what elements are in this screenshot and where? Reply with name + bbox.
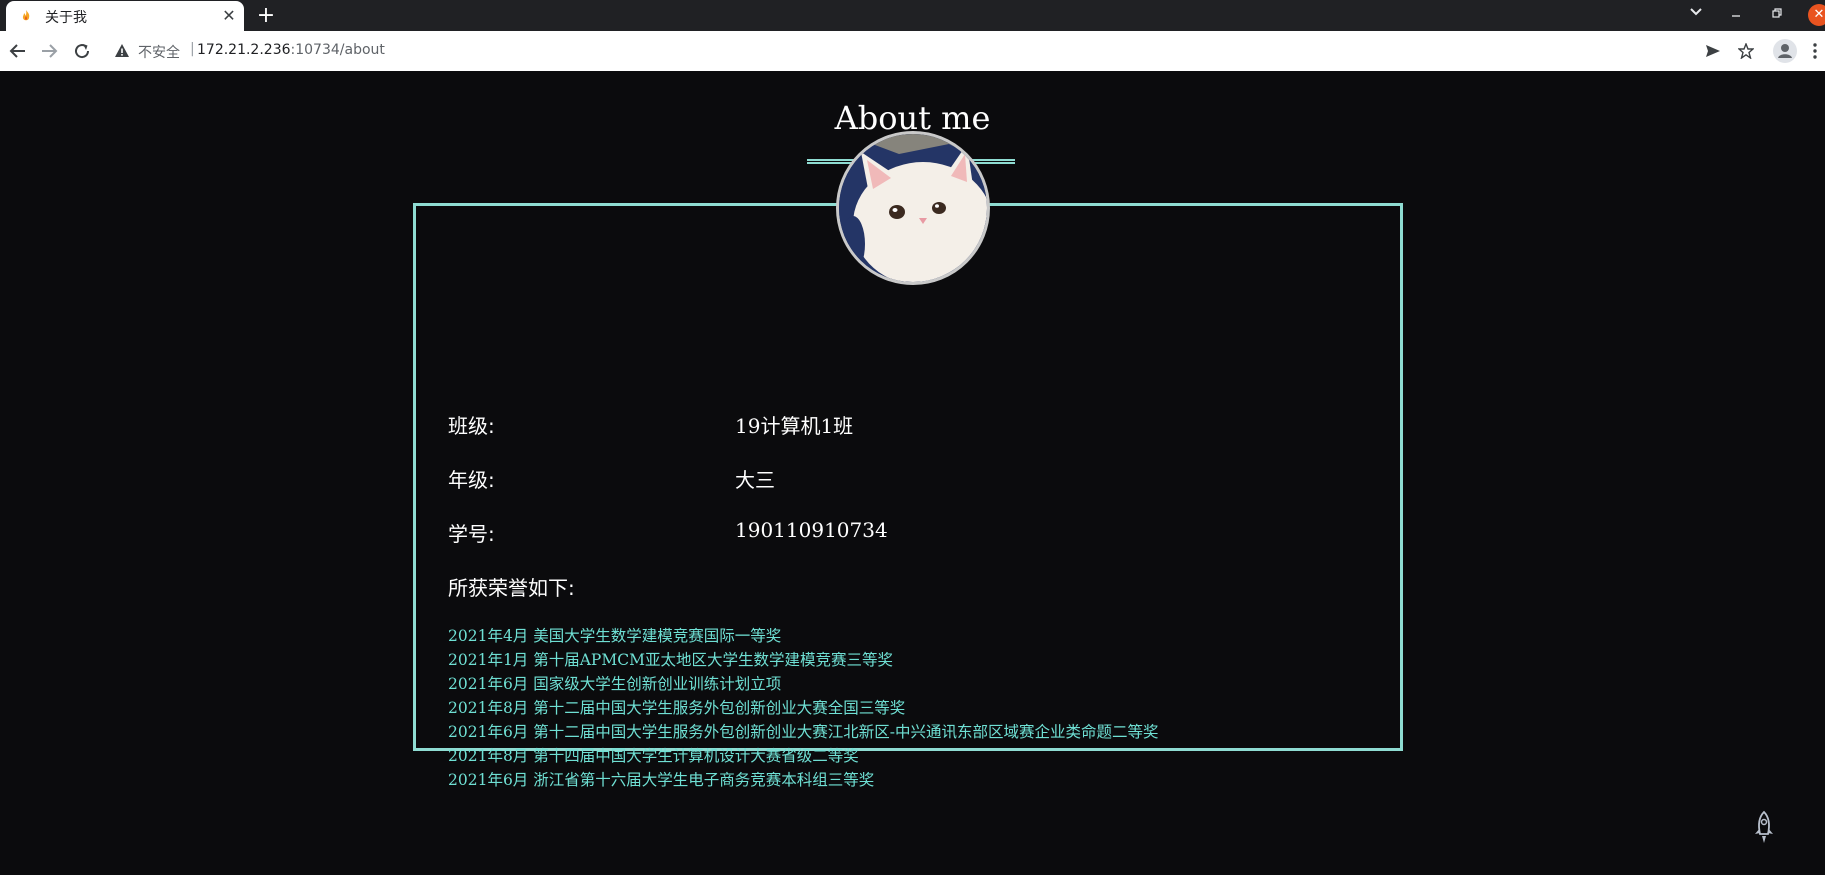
url-separator: | xyxy=(190,41,195,57)
new-tab-button[interactable]: + xyxy=(254,4,278,28)
honors-title: 所获荣誉如下: xyxy=(448,576,575,600)
star-icon[interactable] xyxy=(1734,39,1758,63)
insecure-label[interactable]: 不安全 xyxy=(138,42,180,62)
flame-favicon-icon xyxy=(22,10,30,21)
honors-list: 2021年4月 美国大学生数学建模竞赛国际一等奖 2021年1月 第十届APMC… xyxy=(448,624,1158,792)
url-text[interactable]: 172.21.2.236:10734/about xyxy=(197,42,385,58)
avatar xyxy=(836,131,990,285)
profile-icon[interactable] xyxy=(1773,39,1797,63)
honor-item: 2021年4月 美国大学生数学建模竞赛国际一等奖 xyxy=(448,627,782,645)
honor-item: 2021年6月 浙江省第十六届大学生电子商务竞赛本科组三等奖 xyxy=(448,771,875,789)
warning-icon xyxy=(115,44,129,57)
browser-toolbar: 不安全 | 172.21.2.236:10734/about xyxy=(0,31,1825,72)
menu-dots-icon[interactable] xyxy=(1808,39,1822,63)
url-path: :10734/about xyxy=(290,42,385,58)
close-window-icon[interactable]: ✕ xyxy=(1808,4,1825,26)
honor-item: 2021年8月 第十四届中国大学生计算机设计大赛省级二等奖 xyxy=(448,747,859,765)
honor-item: 2021年1月 第十届APMCM亚太地区大学生数学建模竞赛三等奖 xyxy=(448,651,893,669)
address-bar[interactable]: 不安全 | 172.21.2.236:10734/about xyxy=(104,35,1704,67)
browser-tab-about[interactable]: 关于我 ✕ xyxy=(6,1,244,31)
back-to-top-rocket-icon[interactable] xyxy=(1749,810,1779,846)
tab-close-icon[interactable]: ✕ xyxy=(220,7,238,25)
forward-arrow-icon[interactable] xyxy=(36,38,62,64)
cat-avatar-image xyxy=(839,134,987,282)
class-label: 班级: xyxy=(448,414,495,438)
send-icon[interactable] xyxy=(1701,39,1725,63)
class-value: 19计算机1班 xyxy=(735,414,854,438)
honor-item: 2021年8月 第十二届中国大学生服务外包创新创业大赛全国三等奖 xyxy=(448,699,906,717)
browser-tab-bar: 关于我 ✕ + ✕ xyxy=(0,0,1825,31)
url-host: 172.21.2.236 xyxy=(197,42,291,58)
tab-title: 关于我 xyxy=(45,10,87,26)
grade-label: 年级: xyxy=(448,468,495,492)
honor-item: 2021年6月 第十二届中国大学生服务外包创新创业大赛江北新区-中兴通讯东部区域… xyxy=(448,723,1159,741)
honor-item: 2021年6月 国家级大学生创新创业训练计划立项 xyxy=(448,675,782,693)
student-id-label: 学号: xyxy=(448,522,495,546)
grade-value: 大三 xyxy=(735,468,775,492)
tab-search-chevron-icon[interactable] xyxy=(1685,4,1707,26)
back-arrow-icon[interactable] xyxy=(5,38,31,64)
restore-window-icon[interactable] xyxy=(1766,4,1788,26)
student-id-value: 190110910734 xyxy=(735,518,888,542)
minimize-window-icon[interactable] xyxy=(1725,4,1747,26)
reload-icon[interactable] xyxy=(69,38,95,64)
